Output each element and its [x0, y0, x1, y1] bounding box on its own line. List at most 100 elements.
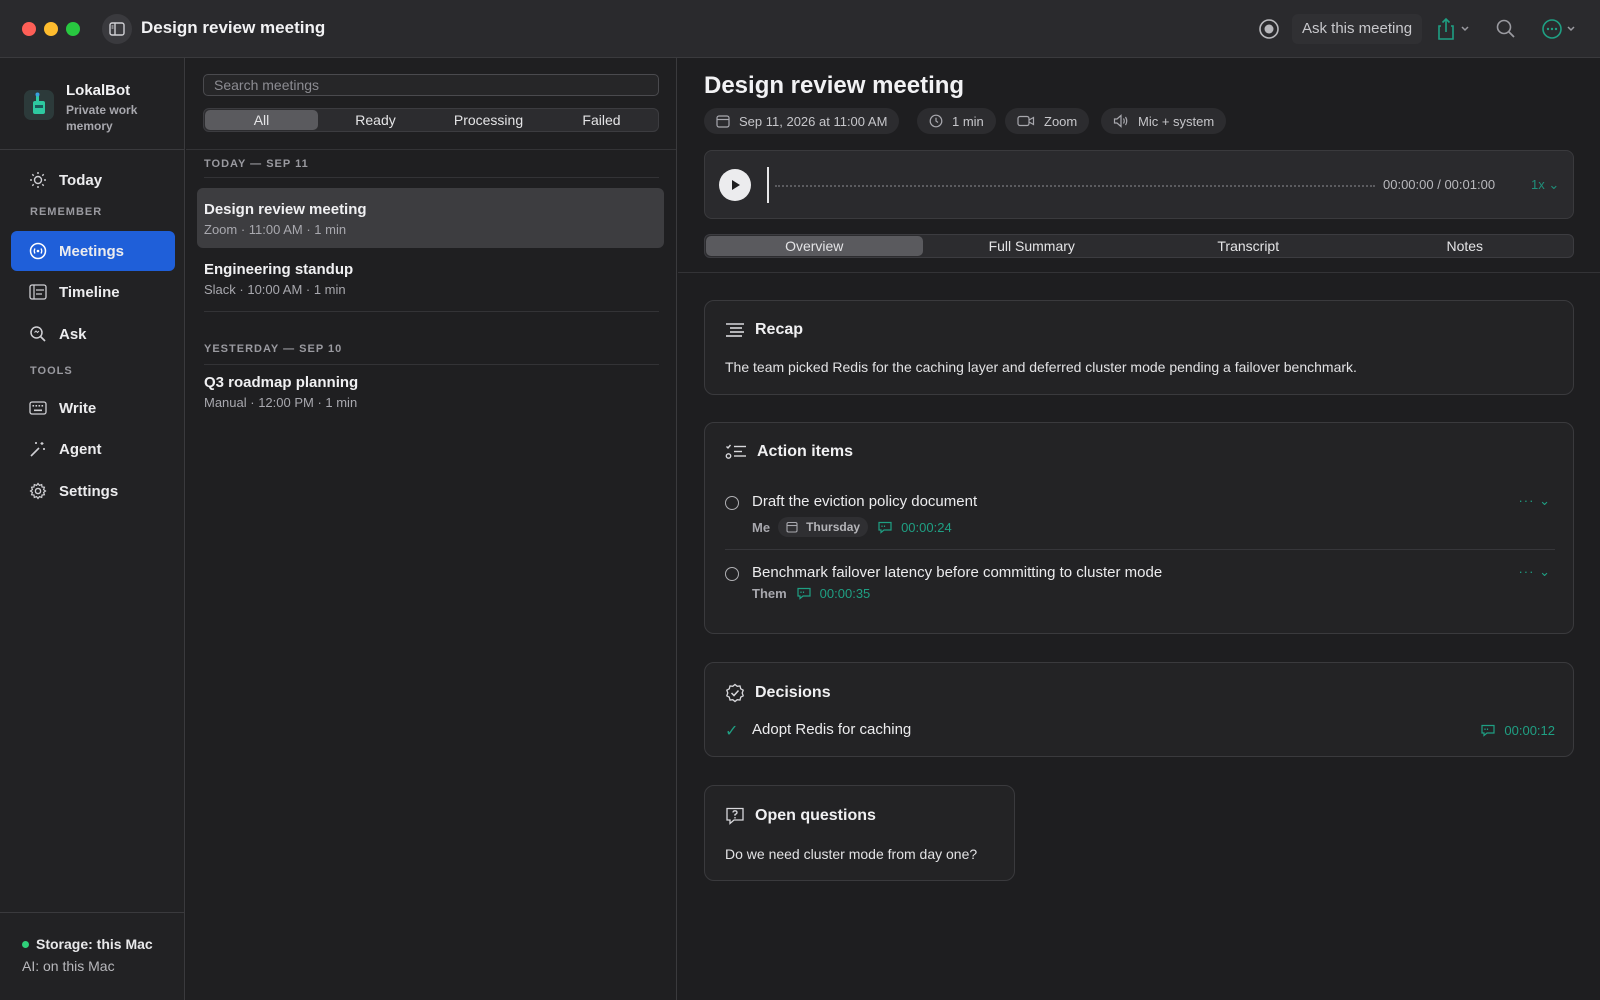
record-button[interactable] [1258, 18, 1280, 40]
sidebar-item-label: Ask [59, 325, 87, 343]
sidebar-icon [109, 22, 125, 36]
sidebar-item-meetings[interactable]: Meetings [11, 231, 175, 271]
meeting-meta: Slack · 10:00 AM · 1 min [204, 282, 346, 297]
sidebar-item-label: Agent [59, 440, 102, 458]
filter-all[interactable]: All [205, 110, 318, 130]
decisions-heading: Decisions [725, 683, 831, 703]
sidebar-item-agent[interactable]: Agent [11, 429, 175, 469]
sidebar-item-label: Timeline [59, 283, 120, 301]
meeting-meta: Manual · 12:00 PM · 1 min [204, 395, 358, 410]
tab-full-summary[interactable]: Full Summary [924, 235, 1141, 257]
tab-notes[interactable]: Notes [1357, 235, 1574, 257]
detail-tabs: Overview Full Summary Transcript Notes [704, 234, 1574, 258]
speaker-icon [1113, 114, 1128, 128]
action-items-title: Action items [757, 443, 854, 460]
waveform-scrubber[interactable] [775, 185, 1375, 187]
gear-icon [29, 482, 47, 500]
playback-time: 00:00:00 / 00:01:00 [1383, 177, 1496, 192]
share-menu-button[interactable] [1436, 16, 1476, 42]
due-date-label: Thursday [806, 520, 861, 534]
ai-status: AI: on this Mac [22, 958, 115, 974]
timestamp-label: 00:00:12 [1504, 723, 1555, 738]
meeting-meta: Zoom · 11:00 AM · 1 min [204, 222, 347, 237]
meeting-list-item[interactable]: Engineering standup Slack · 10:00 AM · 1… [197, 248, 664, 308]
play-button[interactable] [719, 169, 751, 201]
action-items-card: Action items Draft the eviction policy d… [704, 422, 1574, 634]
group-heading: TODAY — SEP 11 [204, 158, 309, 170]
divider [204, 311, 659, 312]
ask-meeting-button[interactable]: Ask this meeting [1292, 14, 1423, 44]
decisions-title: Decisions [755, 684, 831, 701]
section-heading-remember: REMEMBER [30, 206, 103, 218]
video-icon [1017, 115, 1035, 127]
speed-label: 1x [1531, 177, 1545, 192]
action-item-checkbox[interactable] [725, 496, 739, 510]
ellipsis-circle-icon [1542, 19, 1575, 39]
close-window-button[interactable] [22, 22, 36, 36]
owner-label: Them [752, 586, 787, 601]
meeting-list-panel: Search meetings All Ready Processing Fai… [186, 58, 677, 1000]
search-input[interactable]: Search meetings [203, 74, 659, 96]
maximize-window-button[interactable] [66, 22, 80, 36]
filter-failed[interactable]: Failed [545, 109, 658, 131]
duration-chip: 1 min [917, 108, 996, 134]
quote-bubble-icon [797, 587, 811, 600]
source-chip: Zoom [1005, 108, 1090, 134]
action-item-text: Draft the eviction policy document [752, 493, 978, 510]
timestamp-link[interactable]: 00:00:24 [878, 520, 952, 535]
sidebar: LokalBot Private work memory Today REMEM… [0, 58, 185, 1000]
sidebar-item-settings[interactable]: Settings [11, 471, 175, 511]
playback-speed-button[interactable]: 1x ⌄ [1531, 177, 1559, 193]
recap-text: The team picked Redis for the caching la… [725, 359, 1357, 375]
record-icon [1259, 19, 1279, 39]
open-question-text: Do we need cluster mode from day one? [725, 846, 978, 862]
search-button[interactable] [1494, 17, 1518, 41]
storage-status: Storage: this Mac [22, 936, 153, 952]
due-date-chip[interactable]: Thursday [778, 517, 869, 537]
sidebar-item-timeline[interactable]: Timeline [11, 272, 175, 312]
meeting-title: Q3 roadmap planning [204, 374, 359, 391]
toggle-sidebar-button[interactable] [102, 14, 132, 44]
date-label: Sep 11, 2026 at 11:00 AM [739, 113, 888, 129]
share-icon [1438, 17, 1469, 40]
question-bubble-icon [726, 807, 744, 825]
play-icon [732, 180, 740, 190]
tab-transcript[interactable]: Transcript [1140, 235, 1357, 257]
sidebar-item-label: Meetings [59, 242, 125, 260]
minimize-window-button[interactable] [44, 22, 58, 36]
meeting-detail: Design review meeting Sep 11, 2026 at 11… [678, 58, 1600, 1000]
timestamp-label: 00:00:35 [819, 586, 871, 601]
divider [204, 177, 659, 178]
divider [678, 272, 1600, 273]
quote-bubble-icon [878, 521, 892, 534]
recap-heading: Recap [725, 321, 803, 339]
chevron-down-icon: ⌄ [1539, 493, 1551, 508]
title-bar: Design review meeting Ask this meeting [0, 0, 1600, 58]
timestamp-link[interactable]: 00:00:12 [1481, 723, 1555, 738]
chevron-down-icon: ⌄ [1548, 177, 1560, 192]
tab-overview[interactable]: Overview [706, 236, 923, 256]
timestamp-link[interactable]: 00:00:35 [797, 586, 871, 601]
sidebar-item-ask[interactable]: Ask [11, 314, 175, 354]
meeting-title: Design review meeting [204, 201, 367, 218]
brand-name: LokalBot [66, 82, 131, 99]
date-chip: Sep 11, 2026 at 11:00 AM [704, 108, 900, 134]
action-item-menu-button[interactable]: ··· ⌄ [1518, 564, 1551, 580]
timestamp-label: 00:00:24 [901, 519, 952, 535]
status-filter: All Ready Processing Failed [203, 108, 659, 132]
storage-label: Storage: this Mac [36, 936, 153, 952]
filter-ready[interactable]: Ready [319, 109, 432, 131]
sidebar-item-write[interactable]: Write [11, 388, 175, 428]
action-item-menu-button[interactable]: ··· ⌄ [1518, 493, 1551, 509]
filter-processing[interactable]: Processing [432, 109, 545, 131]
duration-label: 1 min [952, 113, 984, 129]
open-questions-title: Open questions [755, 807, 876, 824]
meeting-list-item[interactable]: Design review meeting Zoom · 11:00 AM · … [197, 188, 664, 248]
playhead[interactable] [767, 167, 769, 203]
quote-bubble-icon [1481, 724, 1495, 737]
audio-label: Mic + system [1138, 113, 1215, 129]
meeting-list-item[interactable]: Q3 roadmap planning Manual · 12:00 PM · … [197, 361, 664, 421]
more-menu-button[interactable] [1540, 16, 1582, 42]
sidebar-item-today[interactable]: Today [11, 160, 175, 200]
action-item-checkbox[interactable] [725, 567, 739, 581]
